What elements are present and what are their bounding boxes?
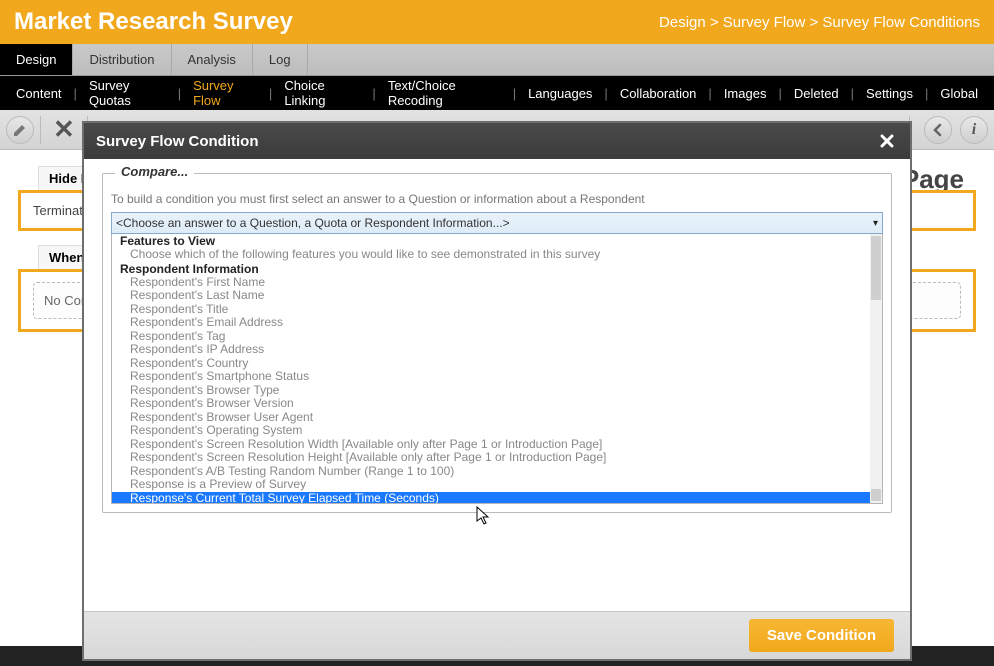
compare-fieldset: Compare... To build a condition you must… xyxy=(102,173,892,513)
dropdown-group: Respondent Information xyxy=(112,262,870,276)
condition-source-dropdown: Features to ViewChoose which of the foll… xyxy=(111,234,883,504)
dropdown-option[interactable]: Respondent's A/B Testing Random Number (… xyxy=(112,465,870,479)
dropdown-option[interactable]: Respondent's First Name xyxy=(112,276,870,290)
dropdown-group: Features to View xyxy=(112,234,870,248)
dropdown-option[interactable]: Respondent's Browser Type xyxy=(112,384,870,398)
chevron-down-icon: ▾ xyxy=(873,218,878,229)
dropdown-option[interactable]: Respondent's IP Address xyxy=(112,343,870,357)
dropdown-option[interactable]: Respondent's Title xyxy=(112,303,870,317)
modal-body: Compare... To build a condition you must… xyxy=(84,159,910,611)
dropdown-option[interactable]: Respondent's Tag xyxy=(112,330,870,344)
survey-flow-condition-modal: Survey Flow Condition Compare... To buil… xyxy=(84,123,910,659)
modal-title-bar: Survey Flow Condition xyxy=(84,123,910,159)
save-condition-button[interactable]: Save Condition xyxy=(749,619,894,652)
dropdown-scrollbar[interactable] xyxy=(870,234,882,503)
dropdown-option[interactable]: Respondent's Screen Resolution Width [Av… xyxy=(112,438,870,452)
dropdown-option[interactable]: Respondent's Last Name xyxy=(112,289,870,303)
modal-close-button[interactable] xyxy=(876,130,898,152)
condition-source-select[interactable]: <Choose an answer to a Question, a Quota… xyxy=(111,212,883,234)
select-placeholder-text: <Choose an answer to a Question, a Quota… xyxy=(116,216,510,230)
dropdown-option[interactable]: Choose which of the following features y… xyxy=(112,248,870,262)
modal-overlay: Survey Flow Condition Compare... To buil… xyxy=(0,0,994,666)
dropdown-option[interactable]: Respondent's Operating System xyxy=(112,424,870,438)
dropdown-option[interactable]: Response is a Preview of Survey xyxy=(112,478,870,492)
fieldset-hint: To build a condition you must first sele… xyxy=(111,192,883,206)
modal-title-text: Survey Flow Condition xyxy=(96,133,259,150)
dropdown-option[interactable]: Respondent's Browser User Agent xyxy=(112,411,870,425)
modal-footer: Save Condition xyxy=(84,611,910,659)
dropdown-option[interactable]: Respondent's Browser Version xyxy=(112,397,870,411)
dropdown-option[interactable]: Respondent's Country xyxy=(112,357,870,371)
dropdown-option[interactable]: Respondent's Smartphone Status xyxy=(112,370,870,384)
dropdown-option[interactable]: Respondent's Email Address xyxy=(112,316,870,330)
dropdown-option[interactable]: Response's Current Total Survey Elapsed … xyxy=(112,492,870,505)
fieldset-legend: Compare... xyxy=(115,164,194,179)
dropdown-option[interactable]: Respondent's Screen Resolution Height [A… xyxy=(112,451,870,465)
